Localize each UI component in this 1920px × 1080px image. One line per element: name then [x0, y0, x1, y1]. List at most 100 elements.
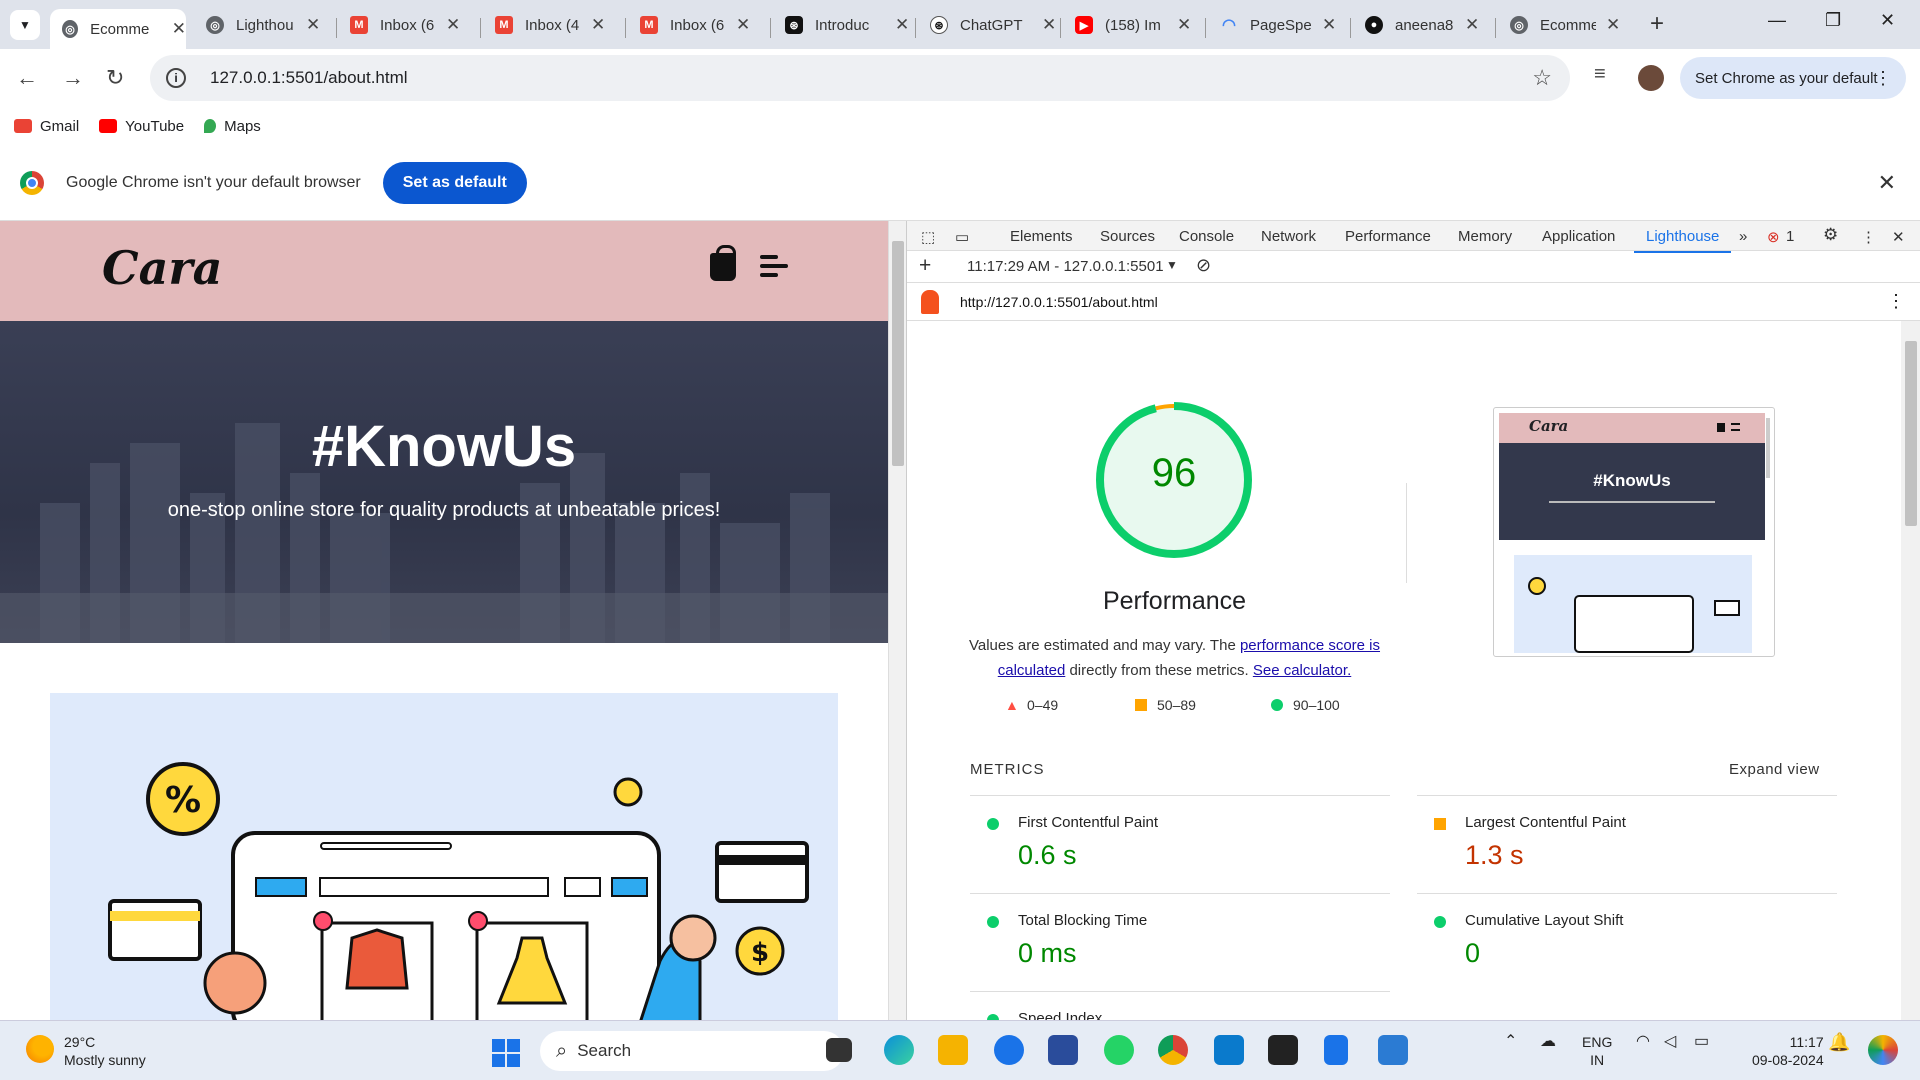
site-info-icon[interactable]: i: [166, 68, 186, 88]
new-tab-button[interactable]: +: [1650, 10, 1664, 38]
whatsapp-icon[interactable]: [1104, 1035, 1134, 1065]
tab-network[interactable]: Network: [1261, 228, 1316, 245]
language-indicator[interactable]: ENG IN: [1582, 1033, 1612, 1069]
tab-6[interactable]: ⊛ ChatGPT ✕: [930, 9, 1056, 41]
tab-performance[interactable]: Performance: [1345, 228, 1431, 245]
volume-icon[interactable]: ◁: [1664, 1033, 1676, 1051]
notepad-icon[interactable]: [1324, 1035, 1348, 1065]
taskbar-search[interactable]: ⌕ Search: [540, 1031, 844, 1071]
site-logo[interactable]: Cara: [102, 241, 222, 295]
tab-10[interactable]: ◎ Ecomme ✕: [1510, 9, 1620, 41]
url-text[interactable]: 127.0.0.1:5501/about.html: [210, 68, 408, 88]
device-toolbar-icon[interactable]: ▭: [955, 228, 969, 246]
vscode-icon[interactable]: [1214, 1035, 1244, 1065]
weather-widget[interactable]: 29°C Mostly sunny: [64, 1033, 146, 1069]
terminal-icon[interactable]: [1268, 1035, 1298, 1065]
close-tab-icon[interactable]: ✕: [446, 15, 460, 35]
minimize-icon[interactable]: —: [1768, 10, 1786, 31]
report-url[interactable]: http://127.0.0.1:5501/about.html: [960, 294, 1158, 310]
tab-console[interactable]: Console: [1179, 228, 1234, 245]
close-tab-icon[interactable]: ✕: [306, 15, 320, 35]
calculator-link[interactable]: See calculator.: [1253, 662, 1351, 679]
clock[interactable]: 11:17 09-08-2024: [1752, 1033, 1824, 1069]
store-icon[interactable]: [1048, 1035, 1078, 1065]
windows-start-icon[interactable]: [492, 1039, 520, 1067]
weather-sun-icon[interactable]: [26, 1035, 54, 1063]
report-menu-icon[interactable]: ⋮: [1887, 291, 1905, 312]
copilot-icon[interactable]: [1868, 1035, 1898, 1065]
close-tab-icon[interactable]: ✕: [1177, 15, 1191, 35]
tray-overflow-icon[interactable]: ⌃: [1504, 1033, 1517, 1051]
close-devtools-icon[interactable]: ✕: [1892, 228, 1905, 246]
chrome-icon[interactable]: [1158, 1035, 1188, 1065]
devtools-scrollbar[interactable]: [1901, 321, 1920, 1020]
bookmark-star-icon[interactable]: ☆: [1532, 65, 1552, 91]
error-icon[interactable]: ⊗: [1767, 228, 1780, 246]
clear-reports-icon[interactable]: ⊘: [1196, 255, 1211, 276]
restore-icon[interactable]: ❐: [1825, 10, 1841, 31]
file-explorer-icon[interactable]: [938, 1035, 968, 1065]
close-tab-icon[interactable]: ✕: [1465, 15, 1479, 35]
address-bar[interactable]: i 127.0.0.1:5501/about.html ☆: [150, 55, 1570, 101]
bookmark-maps[interactable]: Maps: [204, 118, 261, 135]
set-chrome-default-button[interactable]: Set Chrome as your default ⋮: [1680, 57, 1906, 99]
tab-sources[interactable]: Sources: [1100, 228, 1155, 245]
dropdown-arrow-icon[interactable]: ▼: [1166, 258, 1178, 272]
tab-lighthouse[interactable]: Lighthouse: [1633, 228, 1732, 253]
more-menu-icon[interactable]: ⋮: [1874, 68, 1892, 89]
forward-icon[interactable]: →: [62, 65, 84, 91]
bookmark-youtube[interactable]: YouTube: [99, 118, 184, 135]
tab-7[interactable]: ▶ (158) Im ✕: [1075, 9, 1191, 41]
report-selector[interactable]: 11:17:29 AM - 127.0.0.1:5501: [967, 258, 1164, 275]
close-tab-icon[interactable]: ✕: [895, 15, 909, 35]
more-options-icon[interactable]: ⋮: [1861, 228, 1876, 246]
close-tab-icon[interactable]: ✕: [1042, 15, 1056, 35]
more-tabs-icon[interactable]: »: [1739, 228, 1747, 245]
wifi-icon[interactable]: ◠: [1636, 1033, 1650, 1051]
menu-icon[interactable]: [760, 255, 788, 281]
expand-view-link[interactable]: Expand view: [1729, 761, 1820, 778]
avatar[interactable]: [1638, 65, 1664, 91]
tab-2[interactable]: M Inbox (6 ✕: [350, 9, 460, 41]
tab-5[interactable]: ⊛ Introduc ✕: [785, 9, 909, 41]
tab-search-button[interactable]: ▼: [10, 10, 40, 40]
close-window-icon[interactable]: ✕: [1880, 10, 1895, 31]
tab-9[interactable]: ● aneena8 ✕: [1365, 9, 1479, 41]
tab-1[interactable]: ◎ Lighthou ✕: [206, 9, 320, 41]
tab-application[interactable]: Application: [1542, 228, 1615, 245]
shopping-bag-icon[interactable]: [710, 245, 736, 281]
scrollbar-thumb[interactable]: [1905, 341, 1917, 526]
tab-8[interactable]: ◠ PageSpe ✕: [1220, 9, 1336, 41]
bookmark-gmail[interactable]: Gmail: [14, 118, 79, 135]
settings-gear-icon[interactable]: ⚙: [1823, 225, 1838, 245]
media-control-icon[interactable]: ≡: [1594, 63, 1606, 86]
reload-icon[interactable]: ↻: [106, 65, 124, 91]
close-tab-icon[interactable]: ✕: [1606, 15, 1620, 35]
close-tab-icon[interactable]: ✕: [1322, 15, 1336, 35]
task-view-icon[interactable]: [826, 1038, 852, 1062]
tab-4[interactable]: M Inbox (6 ✕: [640, 9, 750, 41]
tab-memory[interactable]: Memory: [1458, 228, 1512, 245]
close-tab-icon[interactable]: ✕: [591, 15, 605, 35]
close-icon[interactable]: ✕: [1878, 170, 1896, 196]
close-tab-icon[interactable]: ✕: [736, 15, 750, 35]
tab-0[interactable]: ◎ Ecomme ✕: [50, 9, 186, 49]
page-scrollbar[interactable]: [888, 221, 906, 1020]
tab-3[interactable]: M Inbox (4 ✕: [495, 9, 605, 41]
scrollbar-thumb[interactable]: [892, 241, 904, 466]
inspect-element-icon[interactable]: ⬚: [921, 228, 935, 246]
edge-icon[interactable]: [884, 1035, 914, 1065]
help-icon[interactable]: [994, 1035, 1024, 1065]
close-tab-icon[interactable]: ✕: [172, 19, 186, 39]
network-drive-icon[interactable]: ☁: [1540, 1033, 1556, 1051]
add-report-icon[interactable]: +: [919, 254, 931, 278]
error-count[interactable]: 1: [1786, 228, 1794, 245]
battery-icon[interactable]: ▭: [1694, 1033, 1709, 1051]
set-as-default-button[interactable]: Set as default: [382, 161, 527, 204]
back-icon[interactable]: ←: [16, 65, 38, 91]
globe-icon: ◎: [62, 20, 79, 38]
tab-elements[interactable]: Elements: [1010, 228, 1073, 245]
final-screenshot-thumbnail[interactable]: Cara #KnowUs: [1493, 407, 1775, 657]
notification-bell-icon[interactable]: 🔔: [1828, 1033, 1850, 1051]
photos-icon[interactable]: [1378, 1035, 1408, 1065]
